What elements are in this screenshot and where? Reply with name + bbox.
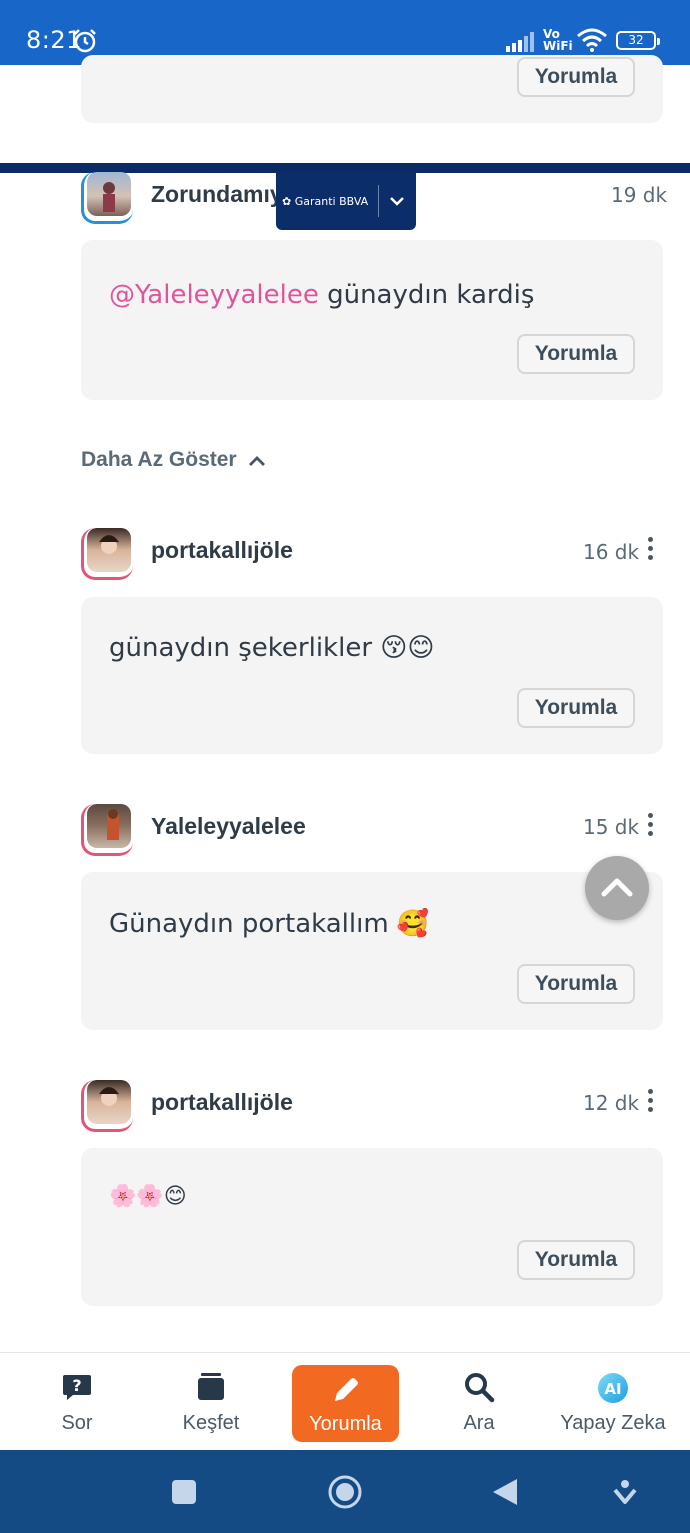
search-icon [463,1371,495,1408]
comment-time: 16 dk [583,540,640,564]
comment-text: @Yaleleyyalelee günaydın kardiş [109,280,534,310]
comment-username[interactable]: Yaleleyyalelee [151,813,306,840]
comment-card-partial: Yorumla [81,55,663,123]
chevron-up-icon[interactable] [247,453,267,474]
comment-card: Günaydın portakallım 🥰 Yorumla [81,872,663,1030]
system-nav-bar [0,1450,690,1533]
comment-time: 12 dk [583,1091,640,1115]
comment-time: 19 dk [611,183,668,207]
nav-item-yorumla[interactable]: Yorumla [292,1365,399,1442]
avatar[interactable] [81,1080,133,1132]
comment-body: günaydın kardiş [327,280,535,310]
nav-label: Keşfet [182,1412,240,1434]
nav-label: Ara [463,1412,495,1434]
ai-icon: AI [596,1371,630,1410]
more-options-icon[interactable] [648,813,654,840]
mention-link[interactable]: @Yaleleyyalelee [109,280,319,310]
recents-button[interactable] [171,1479,197,1510]
bottom-nav: ? Sor Keşfet Yorumla Ara AI Yapay Zeka [0,1352,690,1450]
comment-body: Günaydın portakallım 🥰 [109,909,430,939]
chevron-down-icon[interactable] [388,192,406,215]
nav-label: Yorumla [309,1413,382,1435]
expand-down-icon[interactable] [612,1478,638,1511]
svg-text:?: ? [72,1376,81,1395]
comment-time: 15 dk [583,815,640,839]
avatar[interactable] [81,172,133,224]
avatar[interactable] [81,804,133,856]
svg-text:AI: AI [604,1380,621,1398]
ad-brand-label: ✿ Garanti BBVA [282,195,369,208]
comment-username[interactable]: Zorundamıy [151,181,283,208]
back-button[interactable] [491,1477,519,1512]
comment-card: 🌸🌸😊 Yorumla [81,1148,663,1306]
show-less-link[interactable]: Daha Az Göster [81,448,237,472]
wifi-icon [576,28,608,57]
reply-button[interactable]: Yorumla [517,1240,635,1280]
comment-card: günaydın şekerlikler 😚😊 Yorumla [81,597,663,754]
nav-item-sor[interactable]: ? Sor [27,1353,127,1451]
reply-button[interactable]: Yorumla [517,964,635,1004]
nav-label: Sor [61,1412,93,1434]
battery-indicator: 32 [616,31,660,50]
reply-button[interactable]: Yorumla [517,334,635,374]
avatar[interactable] [81,528,133,580]
comment-body: 🌸🌸😊 [109,1184,187,1209]
nav-item-yapay-zeka[interactable]: AI Yapay Zeka [553,1353,673,1451]
comment-card: @Yaleleyyalelee günaydın kardiş Yorumla [81,240,663,400]
home-button[interactable] [327,1474,363,1515]
cards-stack-icon [196,1371,226,1408]
nav-item-ara[interactable]: Ara [430,1353,528,1451]
reply-button[interactable]: Yorumla [517,57,635,97]
more-options-icon[interactable] [648,537,654,564]
more-options-icon[interactable] [648,1089,654,1116]
vowifi-label: Vo WiFi [543,27,573,53]
comment-username[interactable]: portakallıjöle [151,537,293,564]
ad-banner[interactable]: ✿ Garanti BBVA [276,173,416,230]
reply-button[interactable]: Yorumla [517,688,635,728]
nav-item-kesfet[interactable]: Keşfet [160,1353,262,1451]
scroll-to-top-button[interactable] [585,856,649,920]
signal-icon [506,30,540,57]
comment-body: günaydın şekerlikler 😚😊 [109,633,435,663]
nav-label: Yapay Zeka [560,1412,666,1434]
comment-username[interactable]: portakallıjöle [151,1089,293,1116]
question-bubble-icon: ? [61,1371,93,1408]
pencil-icon [329,1373,363,1412]
